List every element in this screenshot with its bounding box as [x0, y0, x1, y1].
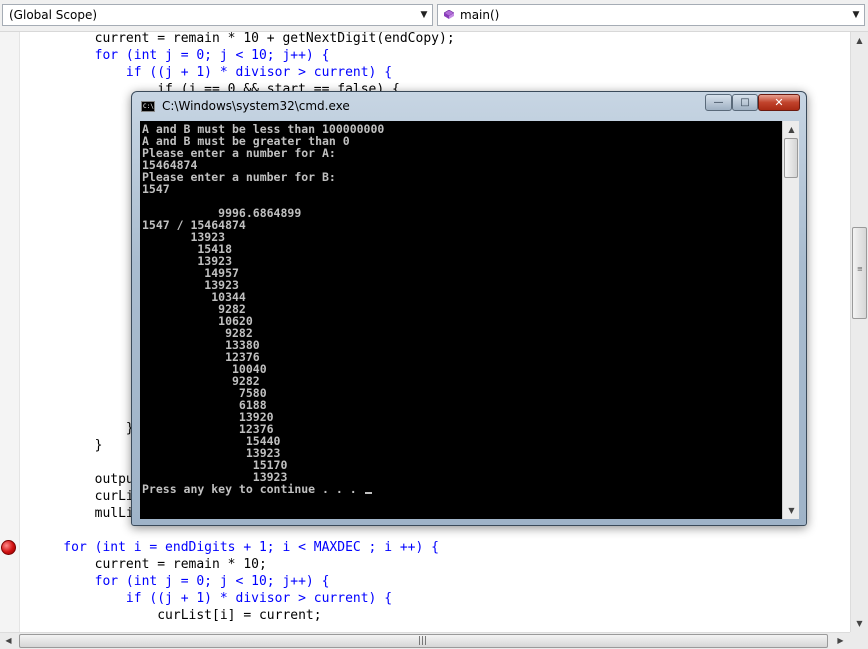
console-prompt-line: Press any key to continue . . .	[142, 483, 372, 495]
code-line[interactable]: for (int j = 0; j < 10; j++) {	[32, 573, 330, 590]
code-line[interactable]: curLi	[32, 488, 134, 505]
code-line[interactable]: for (int i = endDigits + 1; i < MAXDEC ;…	[32, 539, 439, 556]
editor-horizontal-scrollbar[interactable]: ◀ ||| ▶	[0, 632, 850, 649]
scroll-right-icon[interactable]: ▶	[832, 633, 849, 648]
minimize-button[interactable]: —	[705, 94, 732, 111]
chevron-down-icon[interactable]: ▼	[848, 5, 864, 25]
navigation-bar: (Global Scope) ▼ main() ▼	[0, 0, 868, 32]
scroll-down-icon[interactable]: ▼	[851, 615, 868, 632]
window-title: C:\Windows\system32\cmd.exe	[162, 99, 350, 113]
code-line[interactable]: outpu	[32, 471, 134, 488]
console-vertical-scrollbar[interactable]: ▲ ▼	[782, 121, 799, 519]
method-icon	[444, 10, 454, 19]
editor-vertical-scrollbar[interactable]: ▲ ≡ ▼	[850, 32, 868, 632]
console-line: 1547	[142, 182, 170, 196]
scroll-down-icon[interactable]: ▼	[783, 502, 800, 519]
scope-dropdown-value: (Global Scope)	[9, 8, 98, 22]
code-line[interactable]: curList[i] = current;	[32, 607, 321, 624]
scrollbar-thumb[interactable]	[784, 138, 798, 178]
code-line[interactable]: }	[32, 437, 103, 454]
code-line[interactable]: current = remain * 10 + getNextDigit(end…	[32, 32, 455, 47]
code-line[interactable]: current = remain * 10;	[32, 556, 267, 573]
close-button[interactable]: ✕	[758, 94, 800, 111]
scroll-up-icon[interactable]: ▲	[851, 32, 868, 49]
scope-dropdown[interactable]: (Global Scope) ▼	[2, 4, 433, 26]
scrollbar-thumb[interactable]: ≡	[852, 227, 867, 319]
scroll-up-icon[interactable]: ▲	[783, 121, 800, 138]
function-dropdown-value: main()	[460, 8, 500, 22]
scrollbar-corner	[850, 632, 868, 649]
code-line[interactable]: if ((j + 1) * divisor > current) {	[32, 64, 392, 81]
console-window[interactable]: C:\ C:\Windows\system32\cmd.exe — □ ✕ A …	[131, 91, 807, 526]
function-dropdown[interactable]: main() ▼	[437, 4, 865, 26]
console-line: Please enter a number for B:	[142, 170, 336, 184]
code-line[interactable]: for (int j = 0; j < 10; j++) {	[32, 47, 330, 64]
scroll-left-icon[interactable]: ◀	[0, 633, 17, 648]
console-output[interactable]: A and B must be less than 100000000 A an…	[140, 121, 791, 519]
text-cursor	[364, 492, 372, 494]
maximize-button[interactable]: □	[732, 94, 758, 111]
breakpoint-icon[interactable]	[1, 540, 16, 555]
scrollbar-thumb[interactable]: |||	[19, 634, 828, 648]
chevron-down-icon[interactable]: ▼	[416, 5, 432, 25]
console-title-bar[interactable]: C:\ C:\Windows\system32\cmd.exe — □ ✕	[132, 92, 806, 120]
grip-icon: ≡	[857, 265, 863, 273]
grip-icon: |||	[418, 636, 428, 646]
code-line[interactable]: if ((j + 1) * divisor > current) {	[32, 590, 392, 607]
cmd-icon: C:\	[141, 101, 155, 112]
code-line[interactable]: mulLi	[32, 505, 134, 522]
code-line[interactable]: }	[32, 420, 134, 437]
